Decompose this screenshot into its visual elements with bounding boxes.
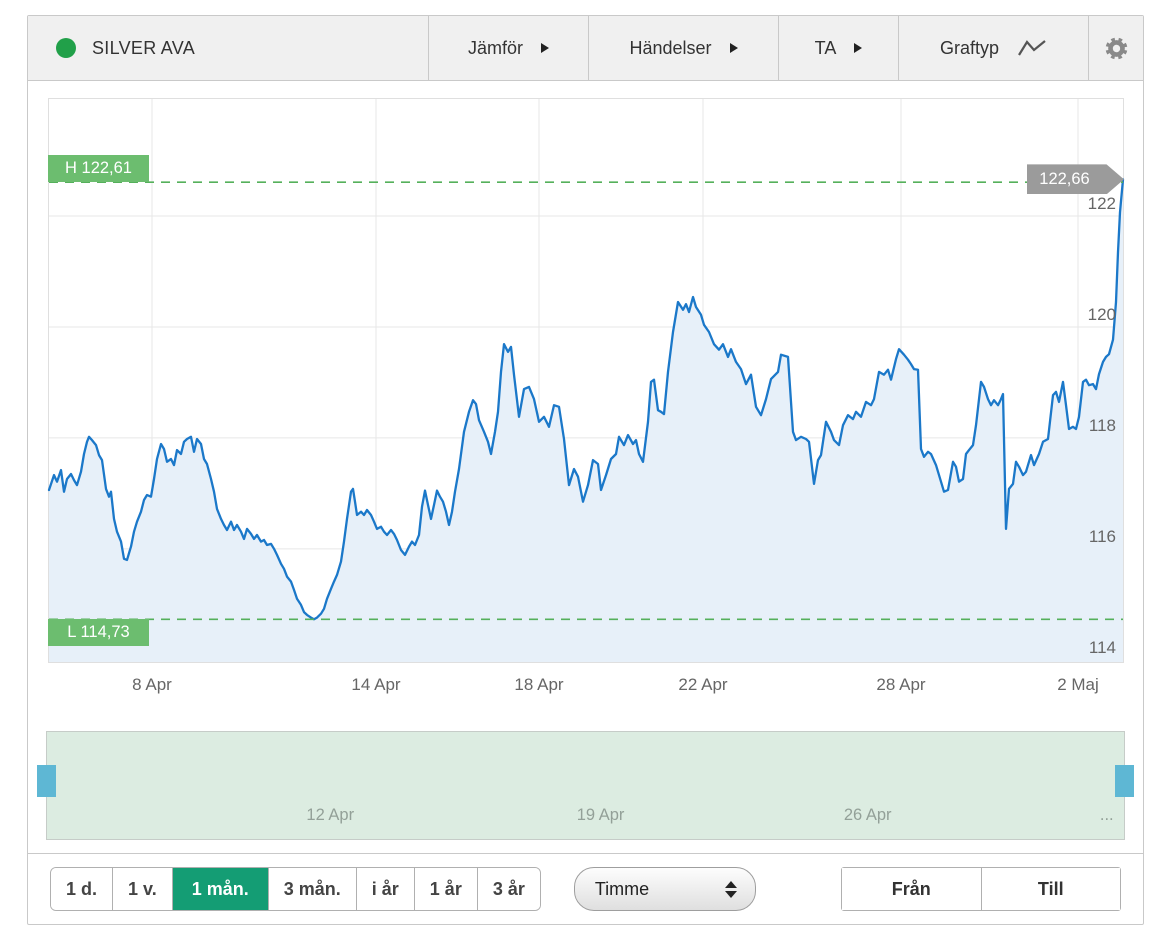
resolution-select[interactable]: Timme — [574, 867, 756, 911]
navigator-date-label: 12 Apr — [306, 806, 354, 825]
x-axis-label: 14 Apr — [331, 675, 421, 695]
period-1d[interactable]: 1 d. — [51, 868, 112, 910]
period-1ar[interactable]: 1 år — [414, 868, 477, 910]
line-chart-icon — [1017, 39, 1047, 58]
y-axis-label: 114 — [1089, 638, 1116, 660]
instrument-name: SILVER AVA — [92, 38, 195, 59]
price-plot[interactable]: H 122,61 L 114,73 122,66 114 116 118 120 122… — [48, 98, 1124, 663]
navigator-left-handle[interactable] — [37, 765, 56, 797]
chart-widget: SILVER AVA Jämför Händelser TA Graftyp — [27, 15, 1144, 925]
instrument-header: SILVER AVA — [28, 16, 428, 80]
x-axis-label: 18 Apr — [494, 675, 584, 695]
area-fill — [49, 179, 1123, 662]
y-axis-label: 120 — [1088, 305, 1116, 327]
low-badge: L 114,73 — [48, 619, 149, 646]
x-axis-label: 8 Apr — [107, 675, 197, 695]
navigator-date-label: 19 Apr — [577, 806, 625, 825]
compare-label: Jämför — [468, 38, 523, 59]
market-status-icon — [56, 38, 76, 58]
range-navigator[interactable]: 12 Apr 19 Apr 26 Apr... — [46, 731, 1125, 840]
high-badge: H 122,61 — [48, 155, 149, 182]
navigator-right-handle[interactable] — [1115, 765, 1134, 797]
last-price-tag: 122,66 — [1027, 164, 1124, 194]
period-1v[interactable]: 1 v. — [112, 868, 172, 910]
y-axis-label: 116 — [1089, 527, 1116, 549]
x-axis-label: 22 Apr — [658, 675, 748, 695]
navigator-date-label: ... — [1100, 806, 1114, 825]
period-3man[interactable]: 3 mån. — [268, 868, 356, 910]
events-label: Händelser — [629, 38, 711, 59]
resolution-value: Timme — [595, 879, 725, 900]
x-axis-label: 2 Maj — [1033, 675, 1123, 695]
top-toolbar: SILVER AVA Jämför Händelser TA Graftyp — [28, 16, 1143, 81]
y-axis-label: 118 — [1089, 416, 1116, 438]
period-3ar[interactable]: 3 år — [477, 868, 540, 910]
period-1man[interactable]: 1 mån. — [172, 868, 268, 910]
settings-button[interactable] — [1088, 16, 1143, 80]
period-button-group: 1 d. 1 v. 1 mån. 3 mån. i år 1 år 3 år — [50, 867, 541, 911]
gear-icon — [1103, 35, 1130, 62]
x-axis-label: 28 Apr — [856, 675, 946, 695]
navigator-date-label: 26 Apr — [844, 806, 892, 825]
arrow-right-icon — [854, 43, 862, 53]
till-button[interactable]: Till — [981, 868, 1121, 910]
date-range-buttons: Från Till — [841, 867, 1121, 911]
from-button[interactable]: Från — [842, 868, 981, 910]
select-arrows-icon — [725, 881, 737, 898]
compare-button[interactable]: Jämför — [428, 16, 588, 80]
price-line-chart — [49, 99, 1123, 662]
arrow-right-icon — [541, 43, 549, 53]
charttype-label: Graftyp — [940, 38, 999, 59]
bottom-toolbar: 1 d. 1 v. 1 mån. 3 mån. i år 1 år 3 år T… — [28, 853, 1143, 924]
ta-label: TA — [815, 38, 837, 59]
range-navigator-wrap: 12 Apr 19 Apr 26 Apr... — [46, 731, 1125, 840]
arrow-right-icon — [730, 43, 738, 53]
period-iar[interactable]: i år — [356, 868, 414, 910]
chart-region: H 122,61 L 114,73 122,66 114 116 118 120 122… — [28, 81, 1143, 731]
y-axis-label: 122 — [1088, 194, 1116, 216]
charttype-button[interactable]: Graftyp — [898, 16, 1088, 80]
events-button[interactable]: Händelser — [588, 16, 778, 80]
ta-button[interactable]: TA — [778, 16, 898, 80]
